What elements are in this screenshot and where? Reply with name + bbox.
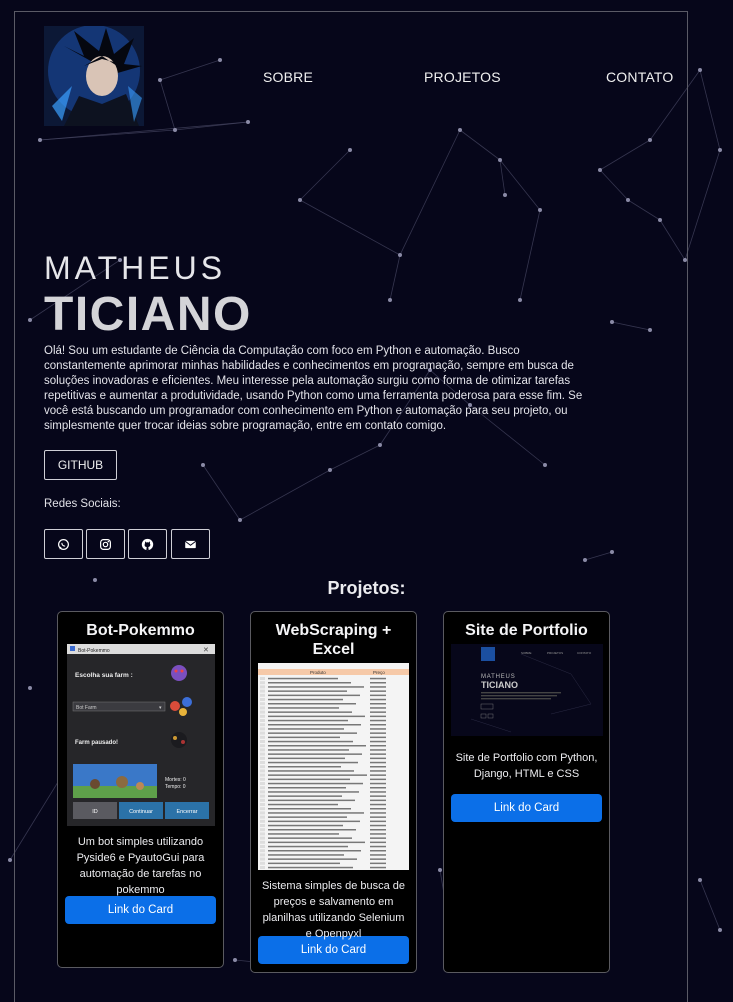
card-title: Bot-Pokemmo [86, 622, 195, 639]
mini-last-name: TICIANO [481, 680, 518, 690]
farm-label: Escolha sua farm : [75, 672, 133, 679]
nav-sobre[interactable]: SOBRE [263, 69, 313, 85]
network-node [698, 878, 702, 882]
network-line [699, 69, 721, 151]
svg-text:CONTATO: CONTATO [577, 651, 592, 655]
last-name: TICIANO [44, 288, 252, 341]
card-image-bot-pokemmo: Bot-Pokemmo ✕ Escolha sua farm : Bot Far… [66, 644, 215, 826]
nav-contato[interactable]: CONTATO [606, 69, 674, 85]
first-name: MATHEUS [44, 250, 227, 286]
column-produto: Produto [310, 670, 326, 675]
project-card-webscraping: WebScraping + Excel Produto Preço Sistem… [250, 611, 417, 973]
card-image-webscraping: Produto Preço [258, 663, 409, 870]
instagram-icon [100, 538, 111, 550]
column-preco: Preço [373, 670, 385, 675]
card-link-button[interactable]: Link do Card [65, 896, 216, 924]
window-title: Bot-Pokemmo [78, 648, 110, 654]
svg-text:PROJETOS: PROJETOS [547, 651, 563, 655]
card-image-portfolio: SOBRE PROJETOS CONTATO MATHEUS TICIANO [450, 644, 603, 736]
github-social-button[interactable] [128, 529, 167, 559]
network-node [698, 68, 702, 72]
card-title: Site de Portfolio [465, 622, 588, 639]
instagram-button[interactable] [86, 529, 125, 559]
farm-status: Farm pausado! [75, 740, 118, 746]
network-node [718, 148, 722, 152]
network-node [8, 858, 12, 862]
whatsapp-icon [58, 538, 69, 550]
github-button[interactable]: GITHUB [44, 450, 117, 480]
network-line [684, 149, 721, 261]
svg-text:✕: ✕ [203, 647, 209, 654]
id-button: ID [92, 809, 98, 815]
email-button[interactable] [171, 529, 210, 559]
encerrar-button: Encerrar [176, 809, 197, 815]
whatsapp-button[interactable] [44, 529, 83, 559]
github-icon [141, 538, 154, 550]
card-description: Site de Portfolio com Python, Django, HT… [455, 752, 598, 780]
bio-text: Olá! Sou um estudante de Ciência da Comp… [44, 345, 583, 432]
svg-text:SOBRE: SOBRE [521, 651, 532, 655]
nav-projetos[interactable]: PROJETOS [424, 69, 501, 85]
network-node [718, 928, 722, 932]
mail-icon [184, 540, 197, 548]
card-description: Sistema simples de busca de preços e sal… [261, 880, 406, 940]
farm-select: Bot Farm [76, 705, 97, 711]
continuar-button: Continuar [129, 809, 153, 815]
tempo-stat: Tempo: 0 [165, 784, 186, 790]
project-card-bot-pokemmo: Bot-Pokemmo Bot-Pokemmo ✕ Escolha sua fa… [57, 611, 224, 968]
avatar [44, 26, 144, 126]
projects-heading: Projetos: [327, 578, 406, 598]
project-card-portfolio: Site de Portfolio SOBRE PROJETOS CONTATO M… [443, 611, 610, 973]
card-link-button[interactable]: Link do Card [451, 794, 602, 822]
card-title: WebScraping + Excel [275, 622, 392, 658]
mortes-stat: Mortes: 0 [165, 777, 186, 783]
network-line [699, 879, 721, 931]
card-description: Um bot simples utilizando Pyside6 e Pyau… [76, 836, 205, 896]
social-label: Redes Sociais: [44, 498, 121, 510]
